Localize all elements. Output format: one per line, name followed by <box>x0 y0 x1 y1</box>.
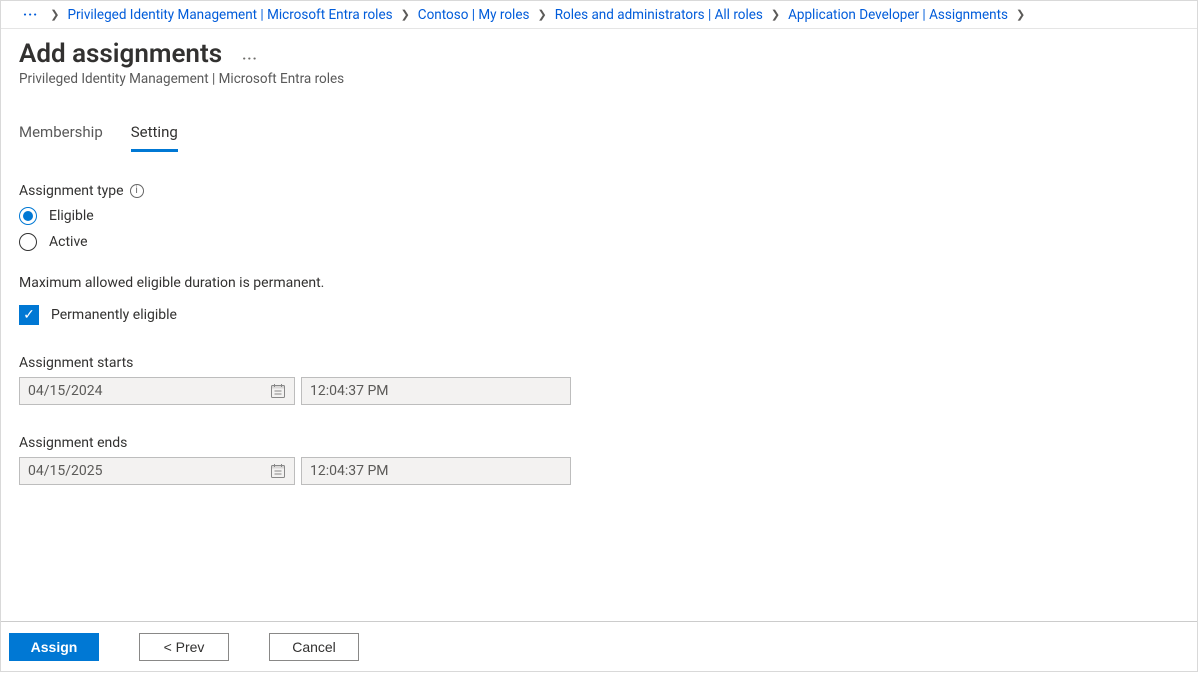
content-area: Add assignments ··· Privileged Identity … <box>1 29 1197 485</box>
breadcrumb-link-roles[interactable]: Roles and administrators | All roles <box>555 7 763 23</box>
checkbox-permanently-eligible-label: Permanently eligible <box>51 307 177 323</box>
page-subtitle: Privileged Identity Management | Microso… <box>19 71 1197 87</box>
duration-note: Maximum allowed eligible duration is per… <box>19 275 1197 291</box>
info-icon[interactable]: i <box>130 184 144 198</box>
breadcrumb-link-pim[interactable]: Privileged Identity Management | Microso… <box>67 7 392 23</box>
assignment-starts-date-value: 04/15/2024 <box>28 383 103 399</box>
tab-membership[interactable]: Membership <box>19 117 103 152</box>
breadcrumb: ··· ❯ Privileged Identity Management | M… <box>1 1 1197 29</box>
assignment-starts-time[interactable]: 12:04:37 PM <box>301 377 571 405</box>
assignment-type-label: Assignment type <box>19 183 124 199</box>
breadcrumb-link-appdev[interactable]: Application Developer | Assignments <box>788 7 1008 23</box>
page-title: Add assignments <box>19 39 222 69</box>
assign-button[interactable]: Assign <box>9 633 99 661</box>
radio-active[interactable]: Active <box>19 233 1197 251</box>
chevron-right-icon: ❯ <box>397 9 414 20</box>
checkbox-permanently-eligible[interactable]: ✓ Permanently eligible <box>19 305 1197 325</box>
assignment-type-label-row: Assignment type i <box>19 183 1197 199</box>
assignment-ends-time-value: 12:04:37 PM <box>310 463 389 479</box>
assignment-ends-group: Assignment ends 04/15/2025 12:04:37 PM <box>19 435 1197 485</box>
assignment-starts-date[interactable]: 04/15/2024 <box>19 377 295 405</box>
checkbox-checked-icon: ✓ <box>19 305 39 325</box>
radio-icon <box>19 233 37 251</box>
tab-setting[interactable]: Setting <box>131 117 178 152</box>
breadcrumb-overflow[interactable]: ··· <box>19 7 42 23</box>
calendar-icon <box>270 383 286 399</box>
breadcrumb-link-contoso[interactable]: Contoso | My roles <box>418 7 530 23</box>
assignment-ends-date[interactable]: 04/15/2025 <box>19 457 295 485</box>
assignment-starts-group: Assignment starts 04/15/2024 12:04:37 PM <box>19 355 1197 405</box>
cancel-button[interactable]: Cancel <box>269 633 359 661</box>
chevron-right-icon: ❯ <box>46 9 63 20</box>
radio-icon <box>19 207 37 225</box>
assignment-ends-label: Assignment ends <box>19 435 1197 451</box>
tab-bar: Membership Setting <box>19 117 1197 153</box>
radio-active-label: Active <box>49 234 88 250</box>
footer-bar: Assign < Prev Cancel <box>1 621 1197 671</box>
prev-button[interactable]: < Prev <box>139 633 229 661</box>
radio-eligible-label: Eligible <box>49 208 94 224</box>
assignment-ends-time[interactable]: 12:04:37 PM <box>301 457 571 485</box>
app-frame: ··· ❯ Privileged Identity Management | M… <box>0 0 1198 672</box>
assignment-starts-label: Assignment starts <box>19 355 1197 371</box>
radio-eligible[interactable]: Eligible <box>19 207 1197 225</box>
assignment-type-group: Assignment type i Eligible Active Maximu… <box>19 183 1197 325</box>
more-icon[interactable]: ··· <box>242 41 258 67</box>
assignment-starts-time-value: 12:04:37 PM <box>310 383 389 399</box>
chevron-right-icon: ❯ <box>767 9 784 20</box>
chevron-right-icon: ❯ <box>533 9 550 20</box>
chevron-right-icon: ❯ <box>1012 9 1029 20</box>
assignment-ends-date-value: 04/15/2025 <box>28 463 103 479</box>
title-row: Add assignments ··· <box>19 39 1197 69</box>
calendar-icon <box>270 463 286 479</box>
